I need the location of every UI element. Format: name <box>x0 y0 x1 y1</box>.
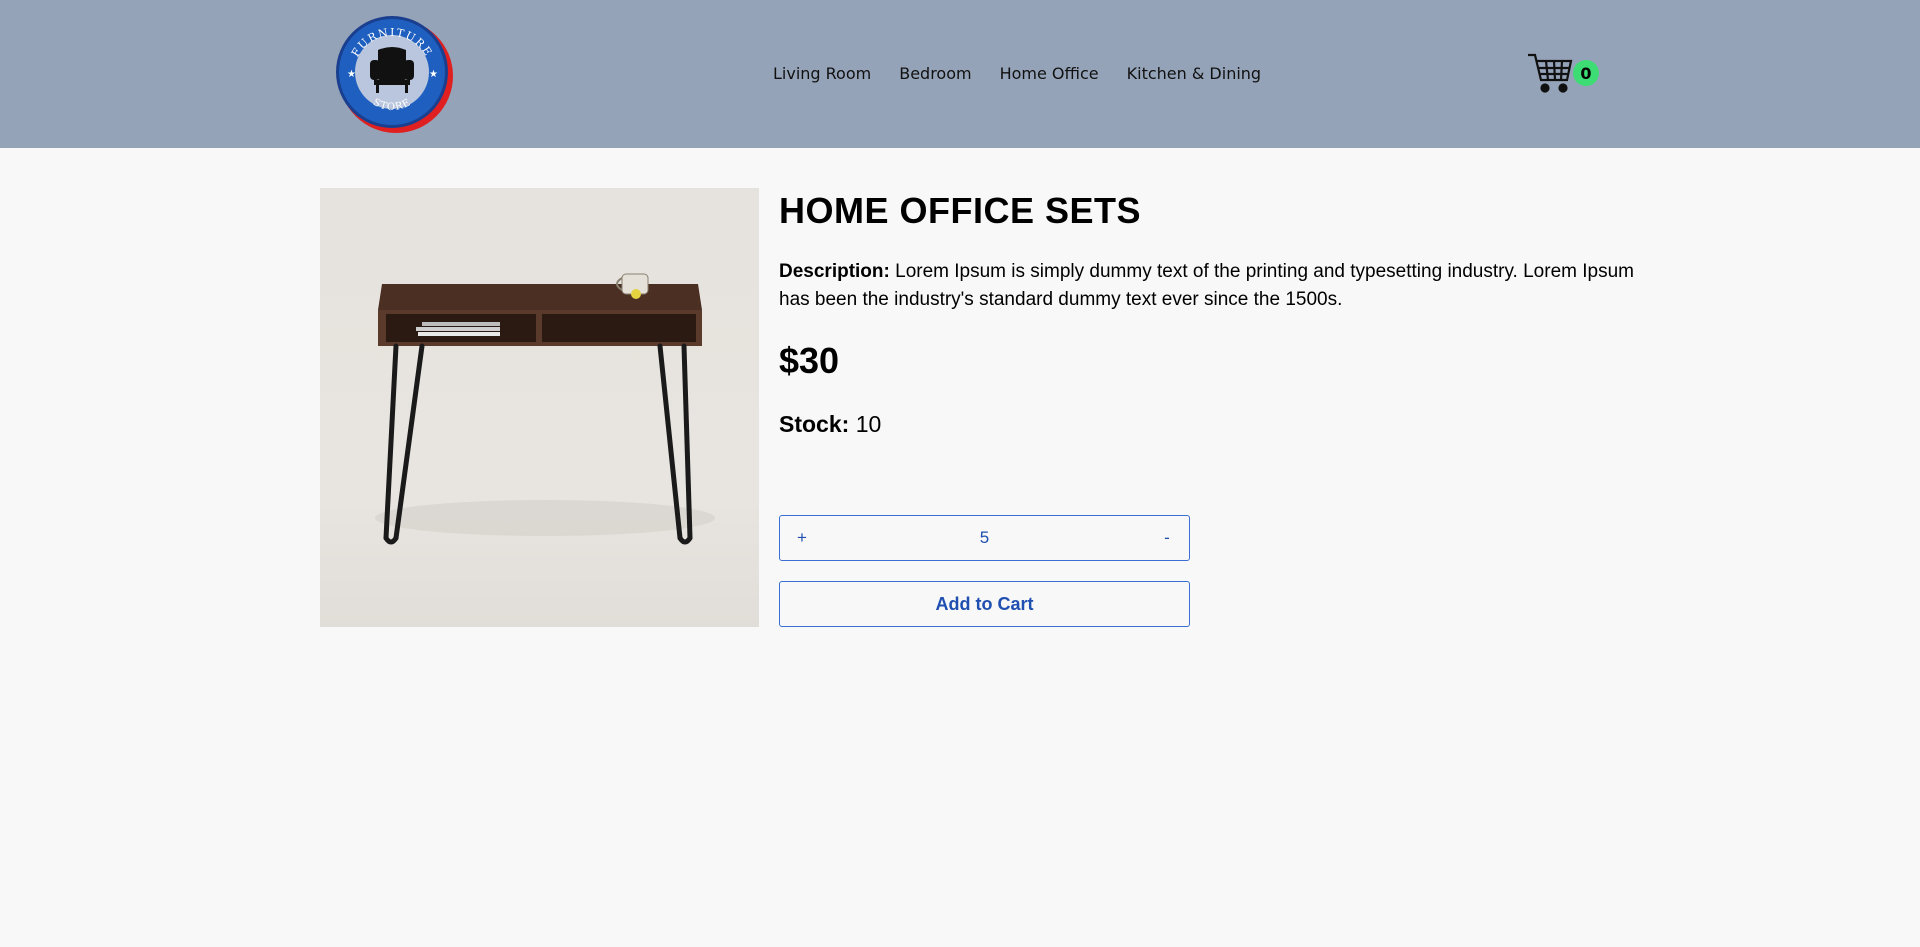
product-image <box>320 188 759 627</box>
shopping-cart-icon[interactable] <box>1527 52 1573 94</box>
description-text: Lorem Ipsum is simply dummy text of the … <box>779 261 1634 310</box>
stock-value: 10 <box>855 411 882 437</box>
nav-kitchen-dining[interactable]: Kitchen & Dining <box>1127 64 1261 83</box>
svg-text:★: ★ <box>429 69 438 80</box>
quantity-stepper: + 5 - <box>779 515 1190 561</box>
main-nav: Living Room Bedroom Home Office Kitchen … <box>773 64 1261 83</box>
stock-label: Stock: <box>779 411 850 437</box>
nav-bedroom[interactable]: Bedroom <box>899 64 971 83</box>
quantity-value[interactable]: 5 <box>824 528 1145 548</box>
decrement-button[interactable]: - <box>1145 528 1189 548</box>
product-title: HOME OFFICE SETS <box>779 190 1142 231</box>
nav-living-room[interactable]: Living Room <box>773 64 871 83</box>
description-label: Description: <box>779 261 890 282</box>
cart-count-badge: 0 <box>1573 60 1599 86</box>
product-stock: Stock: 10 <box>779 411 881 438</box>
site-header: FURNITURE STORE ★ ★ Living Room Bedroom … <box>0 0 1920 148</box>
add-to-cart-button[interactable]: Add to Cart <box>779 581 1190 627</box>
svg-text:★: ★ <box>347 69 356 80</box>
store-logo[interactable]: FURNITURE STORE ★ ★ <box>334 14 454 134</box>
product-price: $30 <box>779 340 840 381</box>
product-description: Description: Lorem Ipsum is simply dummy… <box>779 258 1659 314</box>
nav-home-office[interactable]: Home Office <box>1000 64 1099 83</box>
increment-button[interactable]: + <box>780 528 824 548</box>
